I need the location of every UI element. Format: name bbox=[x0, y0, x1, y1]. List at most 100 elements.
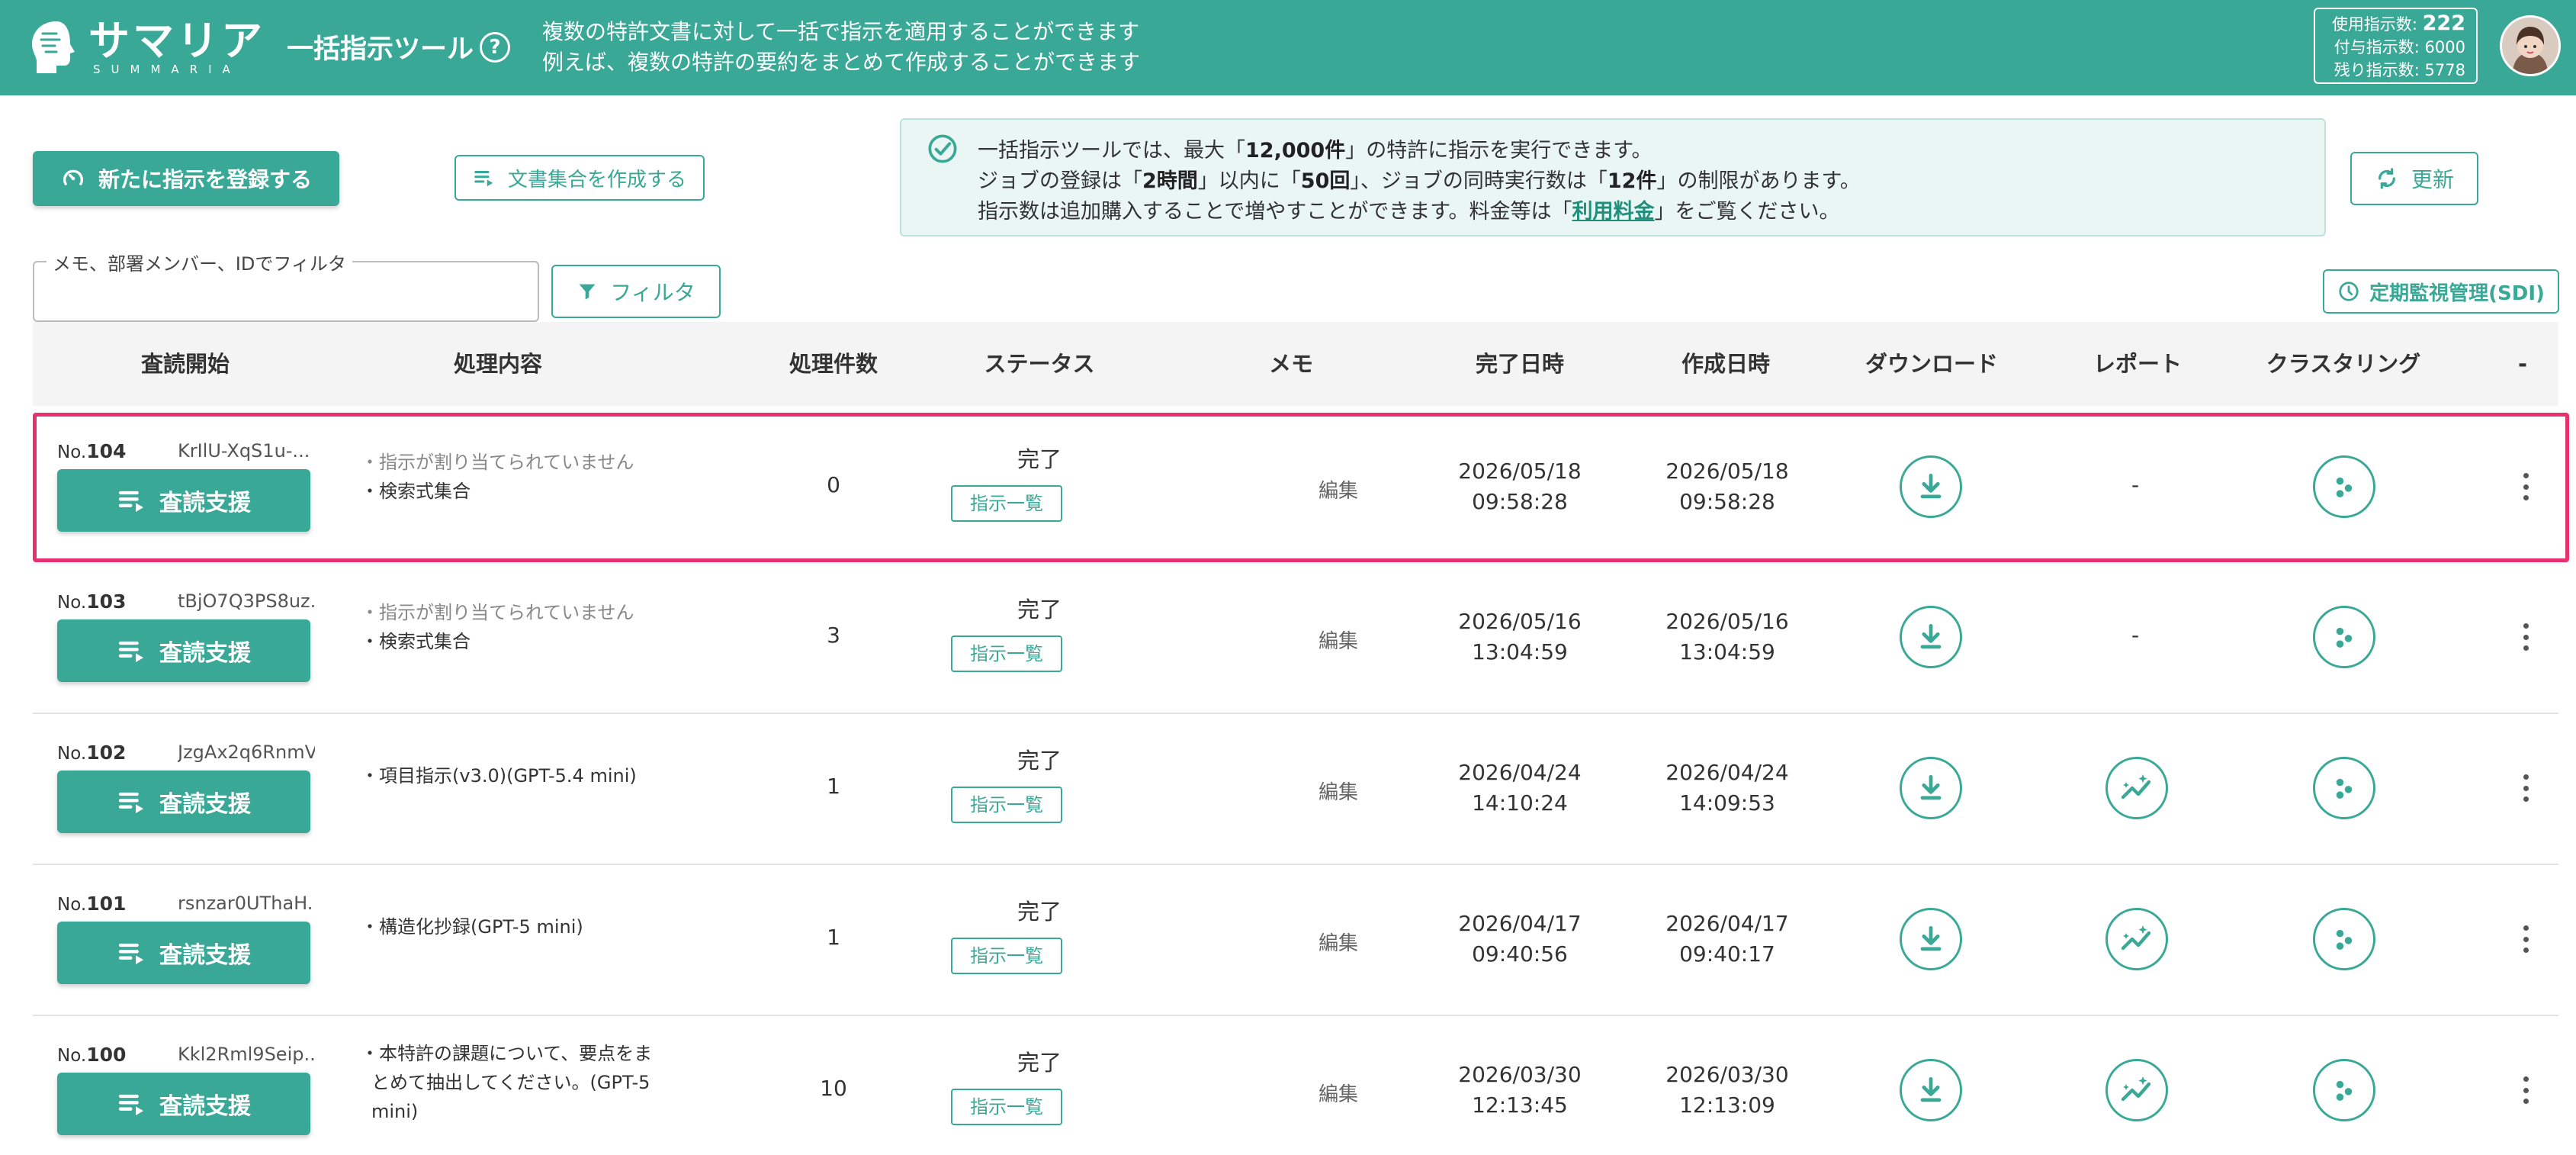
review-support-button[interactable]: 査読支援 bbox=[57, 619, 310, 682]
instruction-list-button[interactable]: 指示一覧 bbox=[951, 787, 1062, 823]
create-document-set-button[interactable]: 文書集合を作成する bbox=[454, 155, 705, 201]
col-clustering: クラスタリング bbox=[2266, 351, 2421, 377]
download-button[interactable] bbox=[1900, 757, 1962, 819]
review-support-button[interactable]: 査読支援 bbox=[57, 922, 310, 984]
usage-value: 222 bbox=[2422, 11, 2465, 35]
pricing-link[interactable]: 利用料金 bbox=[1572, 200, 1655, 224]
memo-edit-link[interactable]: 編集 bbox=[1319, 626, 1358, 654]
table-row[interactable]: No.102 JzgAx2q6RnmV... 査読支援 ・項目指示(v3.0)(GPT… bbox=[33, 714, 2558, 865]
instruction-list-button[interactable]: 指示一覧 bbox=[951, 635, 1062, 672]
download-button[interactable] bbox=[1900, 1059, 1962, 1121]
download-icon bbox=[1914, 922, 1948, 956]
clustering-button[interactable] bbox=[2313, 455, 2375, 518]
process-count: 0 bbox=[827, 472, 840, 497]
report-empty: - bbox=[2131, 623, 2140, 648]
created-at: 2026/04/17 09:40:17 bbox=[1665, 911, 1789, 967]
process-content: ・本特許の課題について、要点をま とめて抽出してください。(GPT-5 mini) bbox=[361, 1043, 653, 1122]
filter-button[interactable]: フィルタ bbox=[551, 265, 721, 318]
remaining-count: 残り指示数: 5778 bbox=[2333, 61, 2465, 79]
table-row[interactable]: No.103 tBjO7Q3PS8uz... 査読支援 ・指示が割り当てられていません… bbox=[33, 563, 2558, 714]
status-text: 完了 bbox=[1017, 748, 1062, 774]
info-banner: 一括指示ツールでは、最大「12,000件」の特許に指示を実行できます。 ジョブの… bbox=[900, 118, 2326, 236]
table-row[interactable]: No.100 Kkl2Rml9Seip... 査読支援 ・本特許の課題について、要点を… bbox=[33, 1016, 2558, 1155]
filter-input[interactable]: メモ、部署メンバー、IDでフィルタ bbox=[33, 249, 539, 322]
sdi-management-button[interactable]: 定期監視管理(SDI) bbox=[2323, 269, 2559, 314]
list-play-icon bbox=[117, 635, 147, 666]
cluster-icon bbox=[2327, 771, 2361, 805]
job-id: KrIlU-XqS1u-... bbox=[178, 440, 310, 462]
list-play-icon bbox=[117, 1089, 147, 1119]
clustering-button[interactable] bbox=[2313, 908, 2375, 970]
app-logo[interactable]: サマリア SUMMARIA bbox=[26, 17, 262, 78]
memo-edit-link[interactable]: 編集 bbox=[1319, 777, 1358, 805]
help-icon[interactable]: ? bbox=[480, 32, 510, 63]
clustering-button[interactable] bbox=[2313, 606, 2375, 668]
job-id: Kkl2Rml9Seip... bbox=[178, 1044, 315, 1065]
process-count: 10 bbox=[820, 1076, 847, 1101]
refresh-button[interactable]: 更新 bbox=[2350, 152, 2478, 205]
process-count: 1 bbox=[827, 774, 840, 799]
row-number: No.102 bbox=[57, 742, 127, 764]
clustering-button[interactable] bbox=[2313, 1059, 2375, 1121]
col-completed-at: 完了日時 bbox=[1475, 351, 1564, 377]
more-menu-icon[interactable] bbox=[2514, 468, 2537, 506]
report-chart-icon bbox=[2118, 770, 2155, 806]
review-support-button[interactable]: 査読支援 bbox=[57, 771, 310, 833]
more-menu-icon[interactable] bbox=[2514, 618, 2537, 656]
register-instruction-label: 新たに指示を登録する bbox=[98, 167, 312, 192]
user-avatar[interactable] bbox=[2500, 15, 2561, 76]
table-row[interactable]: No.104 KrIlU-XqS1u-... 査読支援 ・指示が割り当てられていません… bbox=[33, 413, 2569, 562]
created-at: 2026/04/24 14:09:53 bbox=[1665, 760, 1789, 816]
more-menu-icon[interactable] bbox=[2514, 1071, 2537, 1109]
process-content: ・項目指示(v3.0)(GPT-5.4 mini) bbox=[361, 765, 637, 787]
instruction-list-button[interactable]: 指示一覧 bbox=[951, 1089, 1062, 1125]
download-icon bbox=[1914, 771, 1948, 805]
instruction-list-button[interactable]: 指示一覧 bbox=[951, 938, 1062, 974]
created-at: 2026/05/18 09:58:28 bbox=[1665, 458, 1789, 514]
list-add-icon bbox=[474, 171, 493, 187]
filter-icon bbox=[579, 284, 596, 300]
download-button[interactable] bbox=[1900, 606, 1962, 668]
report-button[interactable] bbox=[2105, 757, 2168, 819]
clustering-button[interactable] bbox=[2313, 757, 2375, 819]
filter-input-label: メモ、部署メンバー、IDでフィルタ bbox=[47, 249, 352, 275]
review-support-button[interactable]: 査読支援 bbox=[57, 1073, 310, 1135]
col-count: 処理件数 bbox=[789, 351, 878, 377]
list-play-icon bbox=[117, 485, 147, 516]
col-created-at: 作成日時 bbox=[1681, 351, 1770, 377]
logo-head-icon bbox=[32, 21, 75, 73]
more-menu-icon[interactable] bbox=[2514, 920, 2537, 958]
register-instruction-button[interactable]: 新たに指示を登録する bbox=[33, 151, 339, 206]
memo-edit-link[interactable]: 編集 bbox=[1319, 1079, 1358, 1107]
row-number: No.101 bbox=[57, 893, 127, 915]
memo-edit-link[interactable]: 編集 bbox=[1319, 475, 1358, 504]
report-empty: - bbox=[2131, 472, 2140, 497]
completed-at: 2026/04/24 14:10:24 bbox=[1458, 760, 1582, 816]
row-number: No.100 bbox=[57, 1044, 127, 1066]
instruction-list-button[interactable]: 指示一覧 bbox=[951, 485, 1062, 522]
report-button[interactable] bbox=[2105, 908, 2168, 970]
job-id: tBjO7Q3PS8uz... bbox=[178, 590, 315, 612]
process-count: 3 bbox=[827, 623, 840, 648]
report-chart-icon bbox=[2118, 1072, 2155, 1108]
download-button[interactable] bbox=[1900, 455, 1962, 518]
refresh-icon bbox=[2378, 168, 2395, 189]
app-header: サマリア SUMMARIA 一括指示ツール ? 複数の特許文書に対して一括で指示… bbox=[0, 0, 2576, 95]
more-menu-icon[interactable] bbox=[2514, 769, 2537, 807]
table-row[interactable]: No.101 rsnzar0UThaH... 査読支援 ・構造化抄録(GPT-5 mi… bbox=[33, 865, 2558, 1016]
cluster-icon bbox=[2327, 620, 2361, 654]
memo-edit-link[interactable]: 編集 bbox=[1319, 928, 1358, 956]
download-button[interactable] bbox=[1900, 908, 1962, 970]
process-content: ・指示が割り当てられていません ・検索式集合 bbox=[361, 452, 634, 502]
report-button[interactable] bbox=[2105, 1059, 2168, 1121]
list-play-icon bbox=[117, 938, 147, 968]
cluster-icon bbox=[2327, 922, 2361, 956]
logo-text: サマリア bbox=[88, 17, 265, 65]
register-icon bbox=[63, 169, 84, 185]
usage-summary: 使用指示数: 222 付与指示数: 6000 残り指示数: 5778 bbox=[2314, 8, 2478, 84]
status-text: 完了 bbox=[1017, 597, 1062, 623]
page-title: 一括指示ツール bbox=[287, 34, 474, 65]
review-support-button[interactable]: 査読支援 bbox=[57, 469, 310, 532]
header-description-2: 例えば、複数の特許の要約をまとめて作成することができます bbox=[542, 50, 1141, 75]
process-content: ・構造化抄録(GPT-5 mini) bbox=[361, 916, 583, 938]
